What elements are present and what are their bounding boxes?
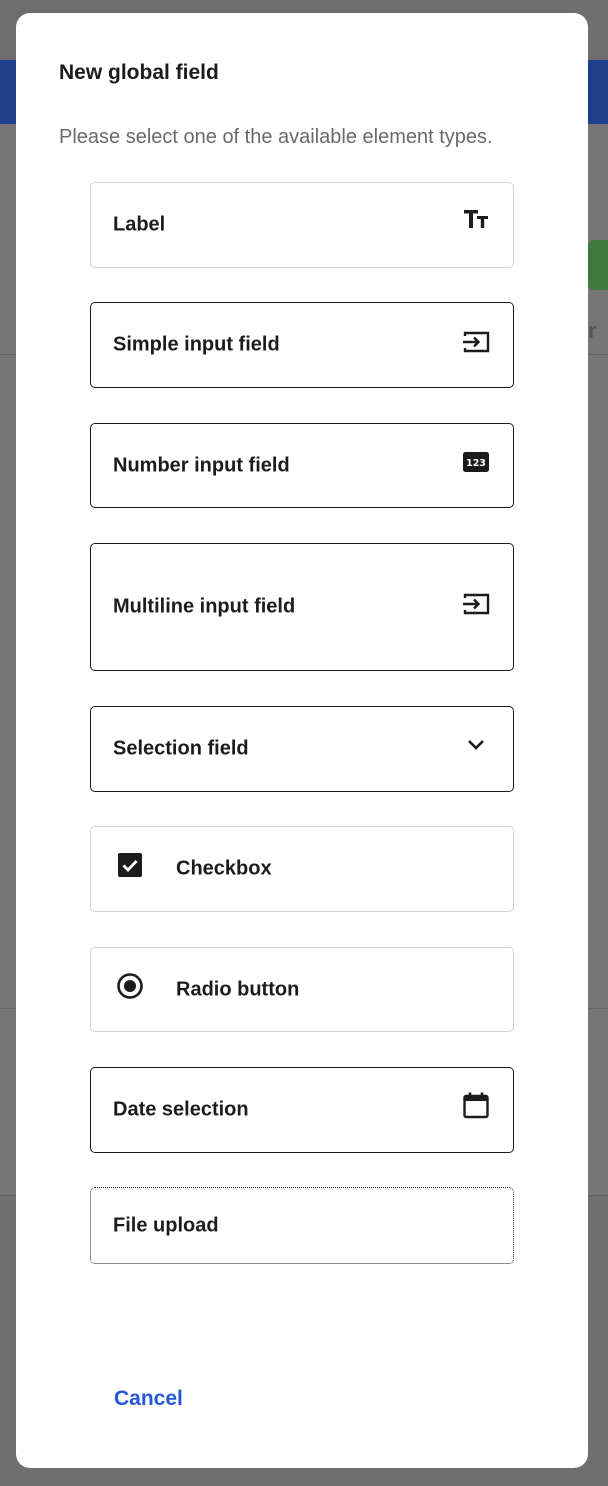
option-radio-button-text: Radio button [176, 978, 300, 1000]
option-date-selection[interactable]: Date selection [90, 1067, 514, 1153]
option-simple-input[interactable]: Simple input field [90, 302, 514, 388]
number-123-icon: 123 [461, 447, 491, 477]
option-date-selection-text: Date selection [113, 1098, 249, 1121]
background-button [588, 240, 608, 290]
text-size-icon [461, 204, 491, 234]
option-selection-field[interactable]: Selection field [90, 706, 514, 792]
input-icon [461, 327, 491, 357]
background-text: r [588, 318, 597, 343]
option-checkbox[interactable]: Checkbox [90, 826, 514, 912]
option-simple-input-text: Simple input field [113, 333, 280, 356]
option-multiline-input[interactable]: Multiline input field [90, 543, 514, 671]
option-radio-button[interactable]: Radio button [90, 947, 514, 1032]
option-label[interactable]: Label [90, 182, 514, 268]
input-icon [461, 589, 491, 619]
option-number-input[interactable]: Number input field 123 [90, 423, 514, 508]
cancel-button[interactable]: Cancel [114, 1387, 183, 1411]
option-label-text: Label [113, 213, 166, 236]
option-multiline-input-text: Multiline input field [113, 595, 296, 618]
dialog-title: New global field [59, 61, 219, 84]
option-file-upload-text: File upload [113, 1214, 219, 1236]
dialog-subtitle: Please select one of the available eleme… [59, 126, 493, 148]
option-number-input-text: Number input field [113, 454, 290, 476]
chevron-down-icon [461, 730, 491, 760]
radio-checked-icon [115, 971, 145, 1001]
calendar-icon [461, 1090, 491, 1120]
checkbox-checked-icon [115, 850, 145, 880]
new-global-field-dialog: New global field Please select one of th… [16, 13, 588, 1468]
option-checkbox-text: Checkbox [176, 857, 272, 880]
option-selection-field-text: Selection field [113, 737, 249, 760]
svg-text:123: 123 [466, 458, 486, 469]
option-file-upload[interactable]: File upload [90, 1187, 514, 1264]
